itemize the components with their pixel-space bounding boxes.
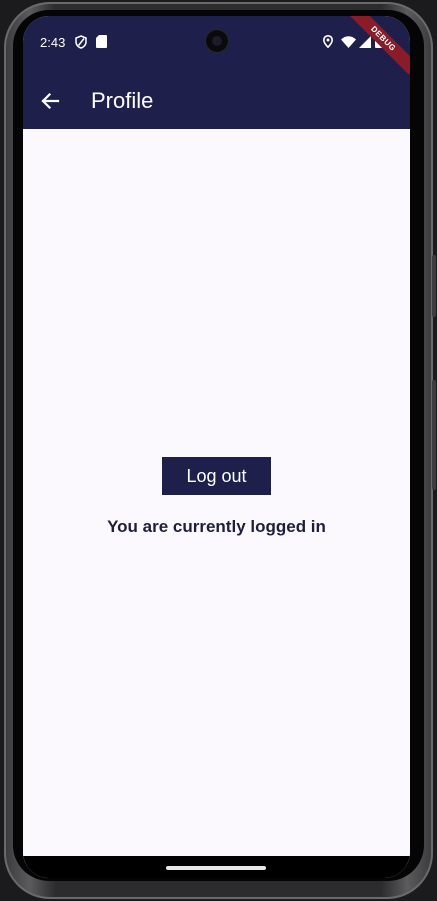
logout-button[interactable]: Log out <box>162 457 271 495</box>
login-status-text: You are currently logged in <box>107 517 326 536</box>
home-indicator[interactable] <box>166 866 266 870</box>
sd-card-icon <box>96 35 107 53</box>
shield-icon <box>75 35 87 54</box>
signal-icon <box>359 35 371 53</box>
app-bar: Profile <box>23 74 410 129</box>
status-bar: 2:43 DEBUG <box>23 16 410 83</box>
gesture-nav-bar <box>23 856 410 878</box>
page-title: Profile <box>91 88 154 113</box>
wifi-icon <box>341 35 356 53</box>
back-button[interactable] <box>37 88 63 114</box>
bezel: 2:43 DEBUG Profile Log out You are curre… <box>13 10 424 881</box>
volume-button <box>432 255 436 317</box>
profile-content: Log out You are currently logged in <box>23 129 410 866</box>
power-button <box>432 380 436 490</box>
location-icon <box>322 34 334 53</box>
status-time: 2:43 <box>40 35 66 50</box>
screen: 2:43 DEBUG Profile Log out You are curre… <box>23 16 410 878</box>
front-camera <box>205 29 229 53</box>
arrow-left-icon <box>37 92 63 118</box>
